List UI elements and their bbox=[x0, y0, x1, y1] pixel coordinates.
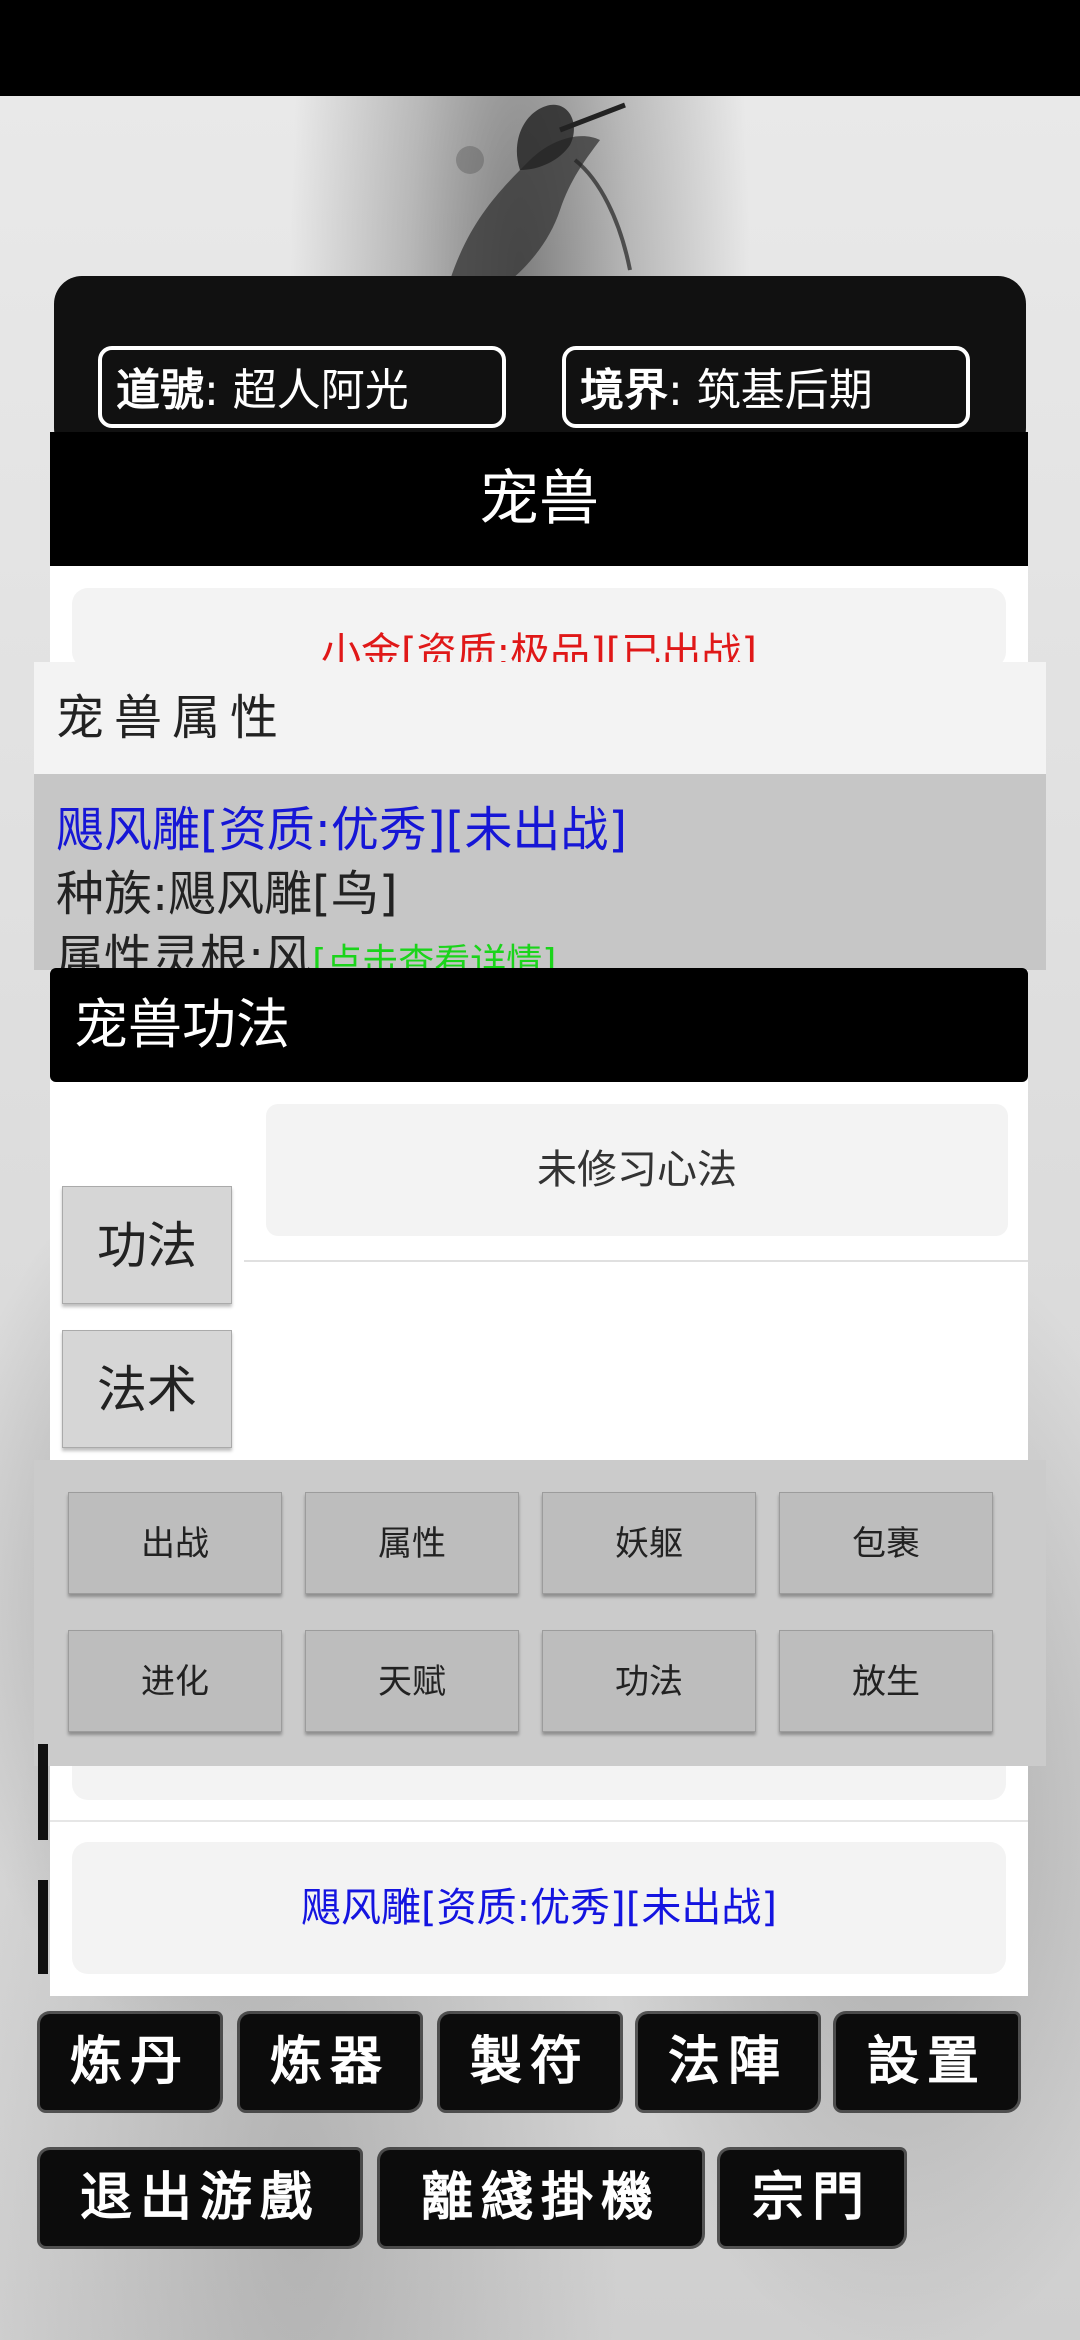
sect-button[interactable]: 宗門 bbox=[720, 2150, 904, 2246]
pet-list-item[interactable]: 小金[资质:极品][已出战] bbox=[72, 588, 1006, 668]
pet-spirit-root-line: 属性灵根:风[点击查看详情] bbox=[56, 926, 1046, 970]
talisman-button[interactable]: 製符 bbox=[440, 2014, 620, 2110]
evolve-button[interactable]: 进化 bbox=[68, 1630, 282, 1732]
formation-button[interactable]: 法陣 bbox=[638, 2014, 818, 2110]
attribute-button[interactable]: 属性 bbox=[305, 1492, 519, 1594]
demon-body-button[interactable]: 妖躯 bbox=[542, 1492, 756, 1594]
pet-attribute-body: 飓风雕[资质:优秀][未出战] 种族:飓风雕[鸟] 属性灵根:风[点击查看详情] bbox=[34, 774, 1046, 970]
daohao-value: : 超人阿光 bbox=[204, 365, 409, 416]
pet-list-item[interactable]: 飓风雕[资质:优秀][未出战] bbox=[72, 1842, 1006, 1974]
release-button[interactable]: 放生 bbox=[779, 1630, 993, 1732]
status-bar bbox=[0, 0, 1080, 96]
talent-button[interactable]: 天赋 bbox=[305, 1630, 519, 1732]
pet-race-line: 种族:飓风雕[鸟] bbox=[56, 866, 398, 922]
alchemy-button[interactable]: 炼丹 bbox=[40, 2014, 220, 2110]
divider bbox=[50, 1820, 1028, 1822]
panel-edge bbox=[38, 1880, 48, 1974]
deploy-button[interactable]: 出战 bbox=[68, 1492, 282, 1594]
inventory-button[interactable]: 包裹 bbox=[779, 1492, 993, 1594]
pet-attribute-title: 宠兽属性 bbox=[34, 662, 1046, 774]
tab-fashu[interactable]: 法术 bbox=[62, 1330, 232, 1448]
jingjie-label: 境界 bbox=[580, 365, 668, 416]
pet-name-line: 飓风雕[资质:优秀][未出战] bbox=[56, 802, 628, 858]
pet-skill-title: 宠兽功法 bbox=[50, 968, 1028, 1082]
daohao-field: 道號: 超人阿光 bbox=[98, 346, 506, 428]
jingjie-field: 境界: 筑基后期 bbox=[562, 346, 970, 428]
settings-button[interactable]: 設置 bbox=[836, 2014, 1018, 2110]
skill-button[interactable]: 功法 bbox=[542, 1630, 756, 1732]
daohao-label: 道號 bbox=[116, 365, 204, 416]
ink-swordsman-illustration bbox=[450, 102, 632, 285]
pet-panel-title: 宠兽 bbox=[50, 432, 1028, 566]
offline-idle-button[interactable]: 離綫掛機 bbox=[380, 2150, 702, 2246]
spirit-root-label: 属性灵根:风 bbox=[56, 930, 313, 970]
tab-gongfa[interactable]: 功法 bbox=[62, 1186, 232, 1304]
forging-button[interactable]: 炼器 bbox=[240, 2014, 420, 2110]
no-skill-message: 未修习心法 bbox=[266, 1104, 1008, 1236]
jingjie-value: : 筑基后期 bbox=[668, 365, 873, 416]
exit-game-button[interactable]: 退出游戲 bbox=[40, 2150, 360, 2246]
divider bbox=[244, 1260, 1028, 1262]
panel-edge bbox=[38, 1744, 48, 1840]
spirit-root-detail-link[interactable]: [点击查看详情] bbox=[312, 942, 556, 970]
